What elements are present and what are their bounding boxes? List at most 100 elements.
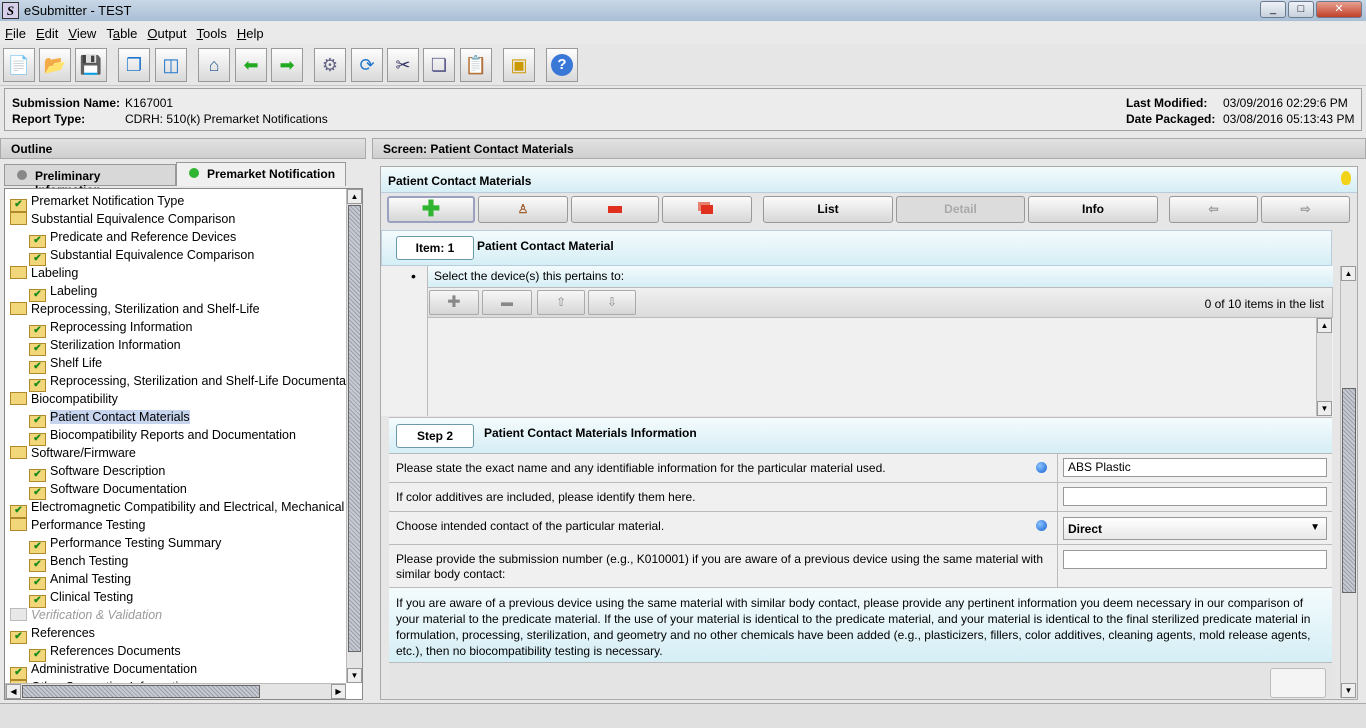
- open-folder-button[interactable]: 📂: [39, 48, 71, 82]
- tree-item[interactable]: ✔ Labeling: [29, 282, 97, 302]
- refresh-button[interactable]: ⟳: [351, 48, 383, 82]
- tree-item[interactable]: Substantial Equivalence Comparison: [10, 210, 235, 228]
- tree-item[interactable]: ✔ Substantial Equivalence Comparison: [29, 246, 254, 266]
- scroll-down-arrow-icon[interactable]: ▼: [1341, 683, 1356, 698]
- tab-preliminary-information[interactable]: Preliminary Information: [4, 164, 176, 197]
- tree-item[interactable]: ✔ References: [10, 624, 95, 644]
- close-button[interactable]: ✕: [1316, 1, 1362, 18]
- tree-item[interactable]: Reprocessing, Sterilization and Shelf-Li…: [10, 300, 260, 318]
- tree-item-label: Premarket Notification Type: [31, 194, 185, 208]
- tree-item[interactable]: ✔ Clinical Testing: [29, 588, 133, 608]
- tree-item[interactable]: ✔ Patient Contact Materials: [29, 408, 190, 428]
- tab-premarket-notification[interactable]: Premarket Notification: [176, 162, 346, 186]
- tree-item[interactable]: ✔ Software Documentation: [29, 480, 187, 500]
- move-down-icon[interactable]: ⇩: [588, 290, 636, 315]
- maximize-button[interactable]: □: [1288, 1, 1314, 18]
- scroll-right-arrow-icon[interactable]: ▶: [331, 684, 346, 699]
- cascade-windows-button[interactable]: ❐: [118, 48, 150, 82]
- tree-item[interactable]: ✔ Biocompatibility Reports and Documentat…: [29, 426, 296, 446]
- tree-item[interactable]: Software/Firmware: [10, 444, 136, 462]
- back-button[interactable]: ⬅: [235, 48, 267, 82]
- scroll-down-arrow-icon[interactable]: ▼: [347, 668, 362, 683]
- tree-item[interactable]: Biocompatibility: [10, 390, 118, 408]
- lightbulb-icon[interactable]: [1341, 171, 1351, 185]
- split-view-button[interactable]: ◫: [155, 48, 187, 82]
- tree-item[interactable]: ✔ Sterilization Information: [29, 336, 181, 356]
- tree-item[interactable]: ✔ Premarket Notification Type: [10, 192, 185, 212]
- delete-button[interactable]: [571, 196, 659, 223]
- folder-icon: [10, 266, 27, 279]
- tree-item[interactable]: ✔ Predicate and Reference Devices: [29, 228, 236, 248]
- save-button[interactable]: 💾: [75, 48, 107, 82]
- tree-item[interactable]: Labeling: [10, 264, 78, 282]
- scroll-thumb[interactable]: [348, 205, 361, 652]
- tree-item[interactable]: ✔ Reprocessing Information: [29, 318, 192, 338]
- next-arrow-icon[interactable]: ⇨: [1261, 196, 1350, 223]
- new-file-button[interactable]: 📄: [3, 48, 35, 82]
- tree-vertical-scrollbar[interactable]: ▲ ▼: [346, 189, 362, 683]
- menu-edit[interactable]: Edit: [31, 22, 63, 41]
- settings-run-button[interactable]: ⚙: [314, 48, 346, 82]
- step-badge: Step 2: [396, 424, 474, 448]
- menu-bar: File Edit View Table Output Tools Help: [0, 22, 1366, 44]
- minimize-button[interactable]: _: [1260, 1, 1286, 18]
- tree-item[interactable]: ✔ Performance Testing Summary: [29, 534, 221, 554]
- help-icon: ?: [551, 54, 573, 76]
- move-up-icon[interactable]: ⇧: [537, 290, 585, 315]
- cut-button[interactable]: ✂: [387, 48, 419, 82]
- folder-icon: [10, 302, 27, 315]
- note-row: If you are aware of a previous device us…: [389, 587, 1332, 662]
- note-response-input[interactable]: [1270, 668, 1326, 698]
- detail-button[interactable]: Detail: [896, 196, 1025, 223]
- list-add-icon[interactable]: ✚: [429, 290, 479, 315]
- tree-item[interactable]: ✔ Electromagnetic Compatibility and Elect…: [10, 498, 362, 518]
- package-button[interactable]: ▣: [503, 48, 535, 82]
- delete-all-button[interactable]: [662, 196, 752, 223]
- list-button[interactable]: List: [763, 196, 893, 223]
- tree-item[interactable]: ✔ Bench Testing: [29, 552, 129, 572]
- copy-icon: ❏: [430, 54, 448, 75]
- tree-item[interactable]: ✔ Animal Testing: [29, 570, 131, 590]
- intended-contact-select[interactable]: Direct ▼: [1063, 517, 1327, 540]
- paste-button[interactable]: 📋: [460, 48, 492, 82]
- device-list-scrollbar[interactable]: ▲ ▼: [1316, 318, 1332, 416]
- menu-tools[interactable]: Tools: [191, 22, 231, 41]
- forward-button[interactable]: ➡: [271, 48, 303, 82]
- color-additives-input[interactable]: [1063, 487, 1327, 506]
- tree-item[interactable]: Verification & Validation: [10, 606, 162, 624]
- copy-button[interactable]: ❏: [423, 48, 455, 82]
- submission-number-input[interactable]: [1063, 550, 1327, 569]
- help-button[interactable]: ?: [546, 48, 578, 82]
- main-vertical-scrollbar[interactable]: ▲ ▼: [1340, 266, 1357, 698]
- tree-horizontal-scrollbar[interactable]: ◀ ▶: [5, 683, 346, 699]
- material-name-input[interactable]: ABS Plastic: [1063, 458, 1327, 477]
- edit-button[interactable]: ♙: [478, 196, 568, 223]
- tree-item[interactable]: Performance Testing: [10, 516, 145, 534]
- window-title: eSubmitter - TEST: [24, 3, 132, 18]
- menu-file[interactable]: File: [0, 22, 31, 41]
- device-list[interactable]: [427, 318, 1333, 416]
- add-button[interactable]: ✚: [387, 196, 475, 223]
- info-button[interactable]: Info: [1028, 196, 1158, 223]
- tree-item-label: Bench Testing: [50, 554, 129, 568]
- scroll-thumb[interactable]: [22, 685, 260, 698]
- scroll-up-arrow-icon[interactable]: ▲: [347, 189, 362, 204]
- list-remove-icon[interactable]: ▬: [482, 290, 532, 315]
- tree-item[interactable]: ✔ Software Description: [29, 462, 165, 482]
- scroll-up-arrow-icon[interactable]: ▲: [1341, 266, 1356, 281]
- question-label: Please provide the submission number (e.…: [396, 552, 1044, 581]
- scroll-left-arrow-icon[interactable]: ◀: [6, 684, 21, 699]
- menu-view[interactable]: View: [63, 22, 101, 41]
- scroll-thumb[interactable]: [1342, 388, 1356, 593]
- previous-arrow-icon[interactable]: ⇦: [1169, 196, 1258, 223]
- tree-item[interactable]: ✔ Shelf Life: [29, 354, 102, 374]
- menu-table[interactable]: Table: [101, 22, 142, 41]
- tree-item[interactable]: ✔ Reprocessing, Sterilization and Shelf-L…: [29, 372, 362, 392]
- menu-output[interactable]: Output: [142, 22, 191, 41]
- tree-item[interactable]: ✔ Administrative Documentation: [10, 660, 197, 680]
- home-button[interactable]: ⌂: [198, 48, 230, 82]
- scroll-down-arrow-icon[interactable]: ▼: [1317, 401, 1332, 416]
- tree-item[interactable]: ✔ References Documents: [29, 642, 181, 662]
- menu-help[interactable]: Help: [232, 22, 269, 41]
- scroll-up-arrow-icon[interactable]: ▲: [1317, 318, 1332, 333]
